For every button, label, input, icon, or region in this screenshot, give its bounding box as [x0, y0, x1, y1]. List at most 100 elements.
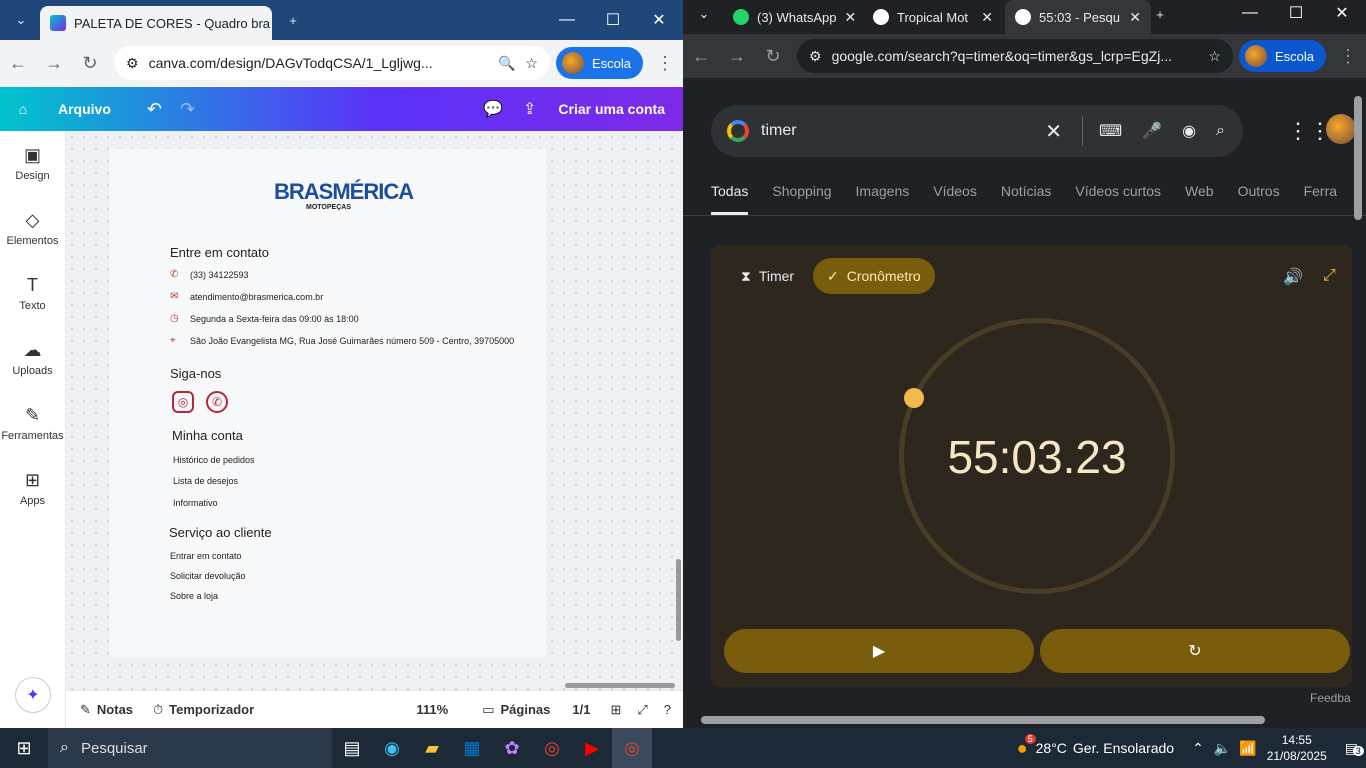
account-avatar[interactable]: [1326, 114, 1356, 144]
menu-icon[interactable]: ⋮: [1330, 46, 1366, 67]
close-window-icon[interactable]: ✕: [636, 0, 682, 40]
vertical-scrollbar[interactable]: [1354, 96, 1362, 220]
home-icon[interactable]: ⌂: [0, 101, 46, 117]
weather-icon[interactable]: ● 5: [1017, 733, 1036, 759]
close-tab-icon[interactable]: ✕: [270, 15, 272, 32]
tab-canva[interactable]: PALETA DE CORES - Quadro bra ✕: [40, 6, 272, 40]
address-bar[interactable]: ⚙ canva.com/design/DAGvTodqCSA/1_Lgljwg.…: [114, 46, 550, 80]
tab-videos[interactable]: Vídeos: [933, 183, 977, 215]
tab-shopping[interactable]: Shopping: [772, 183, 831, 215]
google-search-box[interactable]: timer ✕ ⌨ 🎤 ◉ ⌕: [711, 105, 1243, 157]
tab-news[interactable]: Notícias: [1001, 183, 1052, 215]
design-page[interactable]: BRASMÉRICA MOTOPEÇAS Entre em contato ✆ …: [110, 149, 546, 657]
timer-button[interactable]: Temporizador: [169, 702, 254, 717]
menu-icon[interactable]: ⋮: [647, 53, 683, 74]
microphone-icon[interactable]: 🎤: [1142, 121, 1162, 141]
taskbar-search[interactable]: ⌕ Pesquisar: [48, 728, 332, 768]
profile-button[interactable]: Escola: [1238, 40, 1326, 72]
lens-icon[interactable]: ◉: [1182, 121, 1196, 141]
play-button[interactable]: ▶: [724, 629, 1034, 673]
reload-icon[interactable]: ↻: [755, 46, 791, 67]
help-icon[interactable]: ?: [664, 702, 671, 717]
file-menu[interactable]: Arquivo: [58, 101, 111, 117]
tab-short-videos[interactable]: Vídeos curtos: [1075, 183, 1161, 215]
reset-button[interactable]: ↻: [1040, 629, 1350, 673]
site-info-icon[interactable]: ⚙: [809, 48, 822, 65]
pages-icon[interactable]: ▭: [482, 702, 494, 718]
vertical-scrollbar[interactable]: [676, 559, 681, 641]
maximize-icon[interactable]: ☐: [590, 0, 636, 40]
fullscreen-icon[interactable]: ⤢: [637, 702, 647, 718]
grid-view-icon[interactable]: ⊞: [610, 702, 621, 718]
weather-temp[interactable]: 28°C: [1036, 740, 1067, 756]
share-icon[interactable]: ⇪: [523, 99, 536, 119]
search-query[interactable]: timer: [761, 122, 797, 140]
store-icon[interactable]: ▦: [452, 728, 492, 768]
tab-tropical[interactable]: Tropical Mot ✕: [863, 0, 1003, 34]
forward-icon[interactable]: →: [719, 46, 755, 67]
tab-whatsapp[interactable]: (3) WhatsApp ✕: [723, 0, 859, 34]
minimize-icon[interactable]: —: [1227, 0, 1273, 26]
back-icon[interactable]: ←: [0, 53, 36, 74]
bookmark-star-icon[interactable]: ☆: [1208, 48, 1221, 65]
tab-more[interactable]: Outros: [1238, 183, 1280, 215]
task-view-icon[interactable]: ▤: [332, 728, 372, 768]
timer-icon[interactable]: ⏱: [153, 702, 163, 718]
maximize-icon[interactable]: ☐: [1273, 0, 1319, 26]
keyboard-icon[interactable]: ⌨: [1099, 121, 1122, 141]
clock[interactable]: 14:55 21/08/2025: [1267, 732, 1327, 764]
side-design[interactable]: ▣ Design: [0, 131, 65, 196]
feedback-link[interactable]: Feedba: [1310, 691, 1351, 705]
zoom-icon[interactable]: 🔍: [498, 55, 515, 72]
chrome-profile-icon[interactable]: ◎: [612, 728, 652, 768]
comment-icon[interactable]: 💬: [483, 99, 503, 119]
side-uploads[interactable]: ☁ Uploads: [0, 326, 65, 391]
notes-button[interactable]: Notas: [97, 702, 133, 717]
zoom-level[interactable]: 111%: [416, 702, 448, 717]
minimize-icon[interactable]: —: [544, 0, 590, 40]
stopwatch-tab[interactable]: ✓ Cronômetro: [813, 258, 935, 294]
notes-icon[interactable]: ✎: [80, 702, 91, 718]
design-canvas[interactable]: BRASMÉRICA MOTOPEÇAS Entre em contato ✆ …: [66, 131, 683, 690]
copilot-icon[interactable]: ✿: [492, 728, 532, 768]
sound-icon[interactable]: 🔊: [1283, 267, 1303, 287]
weather-text[interactable]: Ger. Ensolarado: [1073, 740, 1174, 756]
close-window-icon[interactable]: ✕: [1319, 0, 1365, 26]
tab-google[interactable]: 55:03 - Pesqu ✕: [1005, 0, 1151, 34]
forward-icon[interactable]: →: [36, 53, 72, 74]
fullscreen-icon[interactable]: ⤢: [1323, 267, 1336, 285]
side-text[interactable]: T Texto: [0, 261, 65, 326]
tab-search-icon[interactable]: ⌄: [8, 8, 34, 32]
edge-icon[interactable]: ◉: [372, 728, 412, 768]
clear-icon[interactable]: ✕: [1045, 119, 1062, 144]
file-explorer-icon[interactable]: ▰: [412, 728, 452, 768]
side-elements[interactable]: ◇ Elementos: [0, 196, 65, 261]
pages-button[interactable]: Páginas: [501, 702, 551, 717]
apps-grid-icon[interactable]: ⋮⋮: [1287, 118, 1331, 144]
reload-icon[interactable]: ↻: [72, 53, 108, 74]
close-tab-icon[interactable]: ✕: [973, 9, 993, 26]
back-icon[interactable]: ←: [683, 46, 719, 67]
wifi-icon[interactable]: 📶: [1239, 740, 1256, 757]
youtube-icon[interactable]: ▶: [572, 728, 612, 768]
close-tab-icon[interactable]: ✕: [1121, 9, 1141, 26]
bookmark-star-icon[interactable]: ☆: [525, 55, 538, 72]
search-icon[interactable]: ⌕: [1216, 122, 1225, 140]
undo-icon[interactable]: ↶: [147, 99, 162, 120]
profile-button[interactable]: Escola: [555, 47, 643, 79]
chevron-up-icon[interactable]: ⌃: [1192, 740, 1204, 757]
horizontal-scrollbar[interactable]: [701, 716, 1265, 724]
side-apps[interactable]: ⊞ Apps: [0, 456, 65, 521]
tab-search-icon[interactable]: ⌄: [691, 2, 717, 26]
tab-images[interactable]: Imagens: [856, 183, 910, 215]
chrome-icon[interactable]: ◎: [532, 728, 572, 768]
address-bar[interactable]: ⚙ google.com/search?q=timer&oq=timer&gs_…: [797, 39, 1233, 73]
volume-icon[interactable]: 🔈: [1214, 740, 1231, 757]
new-tab-icon[interactable]: +: [1147, 2, 1173, 26]
redo-icon[interactable]: ↷: [180, 99, 195, 120]
magic-icon[interactable]: ✦: [15, 677, 51, 713]
notification-icon[interactable]: ▤ 3: [1345, 740, 1364, 757]
tab-tools[interactable]: Ferra: [1304, 183, 1337, 215]
tab-web[interactable]: Web: [1185, 183, 1214, 215]
tab-all[interactable]: Todas: [711, 183, 749, 215]
